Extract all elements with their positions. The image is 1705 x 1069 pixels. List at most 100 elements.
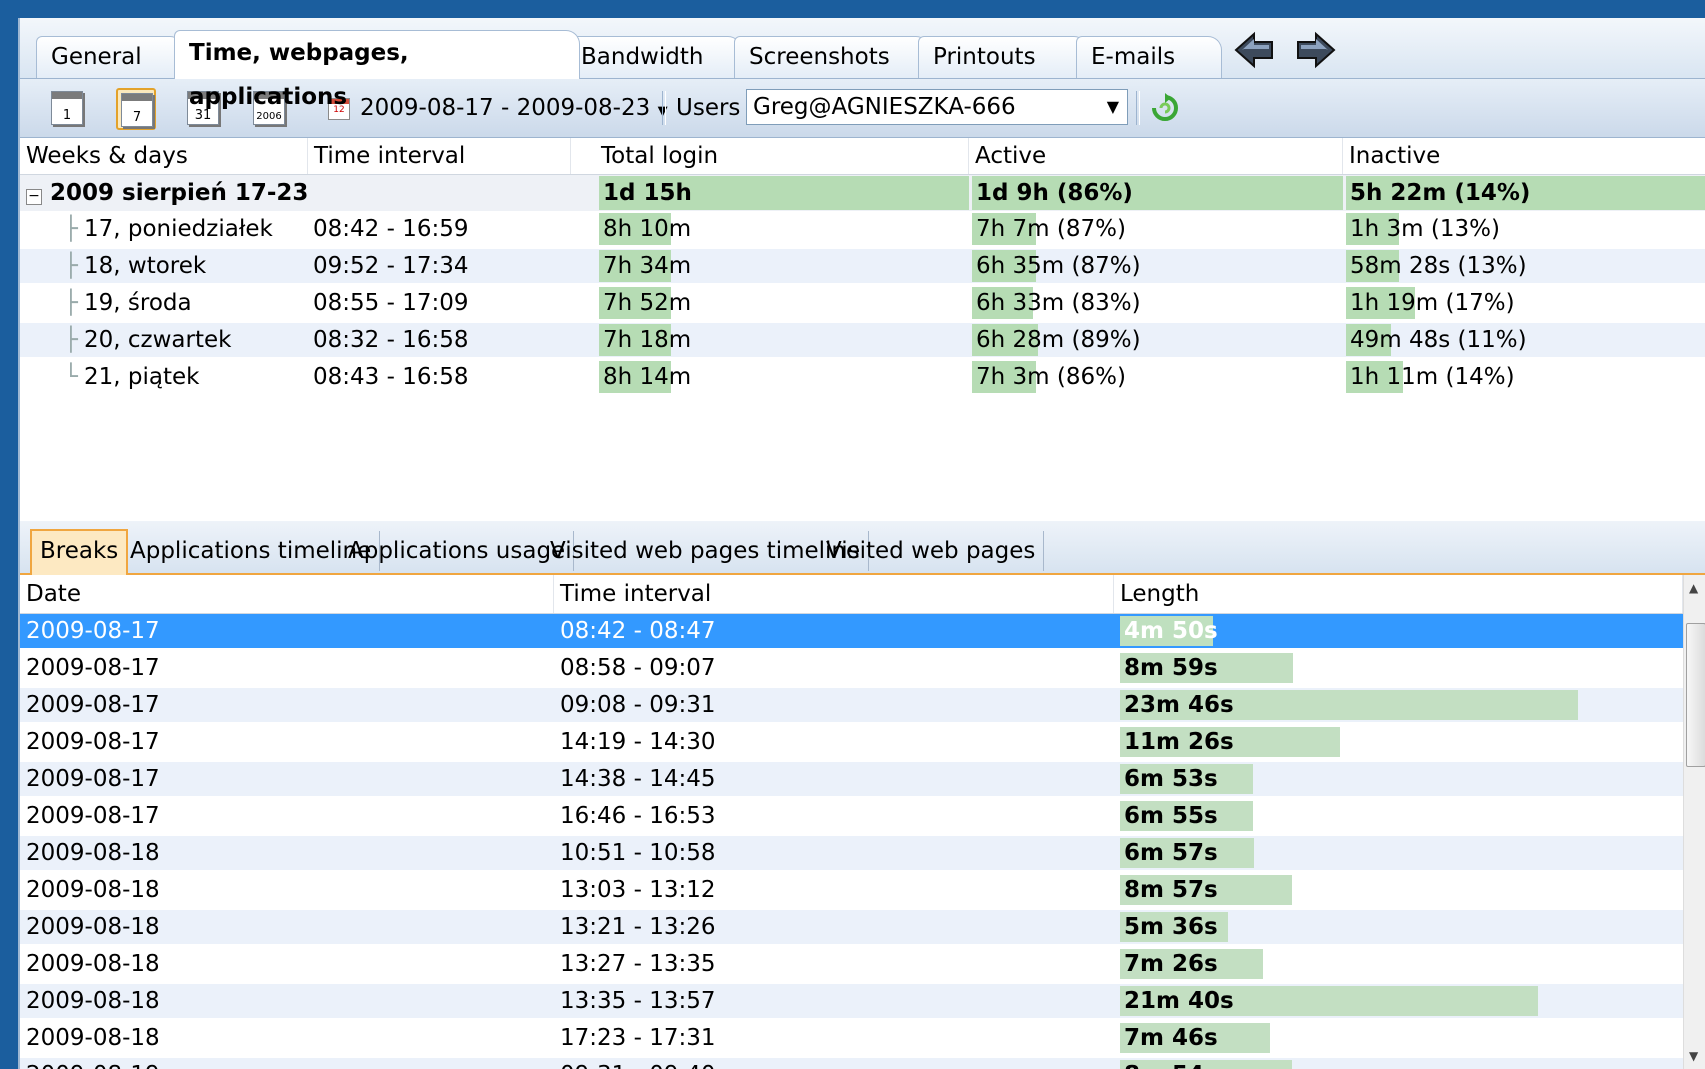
break-date: 2009-08-17 bbox=[26, 766, 160, 792]
day-row[interactable]: ├ 17, poniedziałek 08:42 - 16:59 8h 10m 7h 7… bbox=[20, 212, 1705, 246]
dropdown-arrow-icon[interactable]: ▼ bbox=[1107, 90, 1119, 124]
tree-connector: └ bbox=[64, 364, 78, 390]
day-row[interactable]: ├ 18, wtorek 09:52 - 17:34 7h 34m 6h 35m (87… bbox=[20, 249, 1705, 283]
break-interval: 14:19 - 14:30 bbox=[560, 729, 716, 755]
tab-applications-usage[interactable]: Applications usage bbox=[340, 531, 575, 571]
week-total: 1d 15h bbox=[599, 175, 969, 211]
tab-printouts[interactable]: Printouts bbox=[918, 36, 1088, 78]
user-select[interactable]: Greg@AGNIESZKA-666 ▼ bbox=[746, 89, 1128, 125]
break-row[interactable]: 2009-08-18 13:03 - 13:12 8m 57s bbox=[20, 873, 1683, 907]
break-row[interactable]: 2009-08-17 14:38 - 14:45 6m 53s bbox=[20, 762, 1683, 796]
tab-screenshots[interactable]: Screenshots bbox=[734, 36, 930, 78]
column-date[interactable]: Date bbox=[20, 575, 554, 613]
break-length: 6m 55s bbox=[1124, 803, 1218, 829]
break-interval: 17:23 - 17:31 bbox=[560, 1025, 716, 1051]
break-date: 2009-08-18 bbox=[26, 877, 160, 903]
break-length: 21m 40s bbox=[1124, 988, 1234, 1014]
column-length[interactable]: Length bbox=[1114, 575, 1683, 613]
break-row[interactable]: 2009-08-17 08:58 - 09:07 8m 59s bbox=[20, 651, 1683, 685]
break-date: 2009-08-18 bbox=[26, 951, 160, 977]
scroll-up-icon[interactable]: ▲ bbox=[1689, 581, 1698, 595]
calendar-week-icon: 7 bbox=[121, 93, 153, 127]
forward-arrow-icon[interactable] bbox=[1294, 30, 1338, 70]
break-interval: 13:35 - 13:57 bbox=[560, 988, 716, 1014]
app-window: General Time, webpages, applications Ban… bbox=[18, 18, 1705, 1069]
date-range-value: 2009-08-17 - 2009-08-23 bbox=[360, 95, 651, 121]
break-date: 2009-08-18 bbox=[26, 988, 160, 1014]
break-row[interactable]: 2009-08-18 13:21 - 13:26 5m 36s bbox=[20, 910, 1683, 944]
day-total: 8h 14m bbox=[599, 360, 691, 394]
break-row[interactable]: 2009-08-18 17:23 - 17:31 7m 46s bbox=[20, 1021, 1683, 1055]
tab-general[interactable]: General bbox=[36, 36, 184, 78]
scrollbar-thumb[interactable] bbox=[1686, 623, 1705, 767]
column-active[interactable]: Active bbox=[969, 138, 1343, 174]
collapse-toggle-icon[interactable]: − bbox=[26, 175, 42, 211]
breaks-header: Date Time interval Length bbox=[20, 575, 1683, 614]
day-row[interactable]: └ 21, piątek 08:43 - 16:58 8h 14m 7h 3m (86%… bbox=[20, 360, 1705, 394]
day-total: 8h 10m bbox=[599, 212, 691, 246]
break-length: 6m 57s bbox=[1124, 840, 1218, 866]
users-label: Users bbox=[676, 95, 741, 121]
column-weeks-days[interactable]: Weeks & days bbox=[20, 138, 308, 174]
main-tab-strip: General Time, webpages, applications Ban… bbox=[20, 18, 1705, 110]
day-inactive: 49m 48s (11%) bbox=[1346, 323, 1527, 357]
day-row[interactable]: ├ 20, czwartek 08:32 - 16:58 7h 18m 6h 28m (… bbox=[20, 323, 1705, 357]
break-interval: 09:31 - 09:40 bbox=[560, 1058, 716, 1069]
break-interval: 16:46 - 16:53 bbox=[560, 803, 716, 829]
day-active: 7h 3m (86%) bbox=[972, 360, 1126, 394]
break-date: 2009-08-17 bbox=[26, 803, 160, 829]
break-length: 4m 50s bbox=[1124, 618, 1218, 644]
day-active: 6h 28m (89%) bbox=[972, 323, 1141, 357]
scroll-down-icon[interactable]: ▼ bbox=[1689, 1049, 1698, 1063]
break-interval: 10:51 - 10:58 bbox=[560, 840, 716, 866]
week-row[interactable]: − 2009 sierpień 17-23 1d 15h 1d 9h (86%)… bbox=[20, 175, 1705, 211]
refresh-icon[interactable] bbox=[1150, 93, 1180, 123]
column-total-login[interactable]: Total login bbox=[595, 138, 969, 174]
column-time-interval[interactable]: Time interval bbox=[308, 138, 571, 174]
break-row[interactable]: 2009-08-18 13:27 - 13:35 7m 26s bbox=[20, 947, 1683, 981]
day-row[interactable]: ├ 19, środa 08:55 - 17:09 7h 52m 6h 33m (83%… bbox=[20, 286, 1705, 320]
break-row[interactable]: 2009-08-18 10:51 - 10:58 6m 57s bbox=[20, 836, 1683, 870]
period-day-button[interactable]: 1 bbox=[48, 88, 88, 130]
break-row[interactable]: 2009-08-17 16:46 - 16:53 6m 55s bbox=[20, 799, 1683, 833]
break-row[interactable]: 2009-08-19 09:31 - 09:40 8m 54s bbox=[20, 1058, 1683, 1069]
tab-emails[interactable]: E-mails bbox=[1076, 36, 1222, 78]
break-date: 2009-08-17 bbox=[26, 618, 160, 644]
tab-time-webpages-applications[interactable]: Time, webpages, applications bbox=[174, 30, 580, 110]
day-interval: 09:52 - 17:34 bbox=[313, 253, 469, 279]
break-row[interactable]: 2009-08-18 13:35 - 13:57 21m 40s bbox=[20, 984, 1683, 1018]
breaks-table: Date Time interval Length 2009-08-17 08:4… bbox=[20, 575, 1683, 1069]
break-row[interactable]: 2009-08-17 14:19 - 14:30 11m 26s bbox=[20, 725, 1683, 759]
break-interval: 13:21 - 13:26 bbox=[560, 914, 716, 940]
break-date: 2009-08-17 bbox=[26, 655, 160, 681]
break-interval: 13:03 - 13:12 bbox=[560, 877, 716, 903]
toolbar-separator bbox=[662, 91, 666, 125]
calendar-day-icon: 1 bbox=[51, 91, 83, 125]
break-row[interactable]: 2009-08-17 08:42 - 08:47 4m 50s bbox=[20, 614, 1683, 648]
tab-visited-web-pages[interactable]: Visited web pages bbox=[818, 531, 1045, 571]
day-label: 21, piątek bbox=[84, 364, 200, 390]
day-active: 7h 7m (87%) bbox=[972, 212, 1126, 246]
break-interval: 13:27 - 13:35 bbox=[560, 951, 716, 977]
vertical-scrollbar[interactable]: ▲ ▼ bbox=[1683, 575, 1705, 1069]
break-date: 2009-08-18 bbox=[26, 914, 160, 940]
break-length: 6m 53s bbox=[1124, 766, 1218, 792]
break-interval: 09:08 - 09:31 bbox=[560, 692, 716, 718]
date-range-picker[interactable]: 122009-08-17 - 2009-08-23 ▼ bbox=[328, 92, 668, 124]
week-inactive: 5h 22m (14%) bbox=[1346, 175, 1705, 211]
break-date: 2009-08-19 bbox=[26, 1058, 160, 1069]
column-inactive[interactable]: Inactive bbox=[1343, 138, 1705, 174]
tab-breaks[interactable]: Breaks bbox=[30, 529, 129, 575]
day-label: 19, środa bbox=[84, 290, 192, 316]
period-week-button[interactable]: 7 bbox=[116, 88, 156, 130]
day-interval: 08:32 - 16:58 bbox=[313, 327, 469, 353]
back-arrow-icon[interactable] bbox=[1232, 30, 1276, 70]
column-break-interval[interactable]: Time interval bbox=[554, 575, 1114, 613]
tree-connector: ├ bbox=[64, 216, 78, 242]
break-date: 2009-08-17 bbox=[26, 692, 160, 718]
tab-bandwidth[interactable]: Bandwidth bbox=[566, 36, 742, 78]
summary-header: Weeks & days Time interval Total login A… bbox=[20, 138, 1705, 175]
toolbar-separator bbox=[1136, 91, 1140, 125]
break-interval: 08:42 - 08:47 bbox=[560, 618, 716, 644]
break-row[interactable]: 2009-08-17 09:08 - 09:31 23m 46s bbox=[20, 688, 1683, 722]
